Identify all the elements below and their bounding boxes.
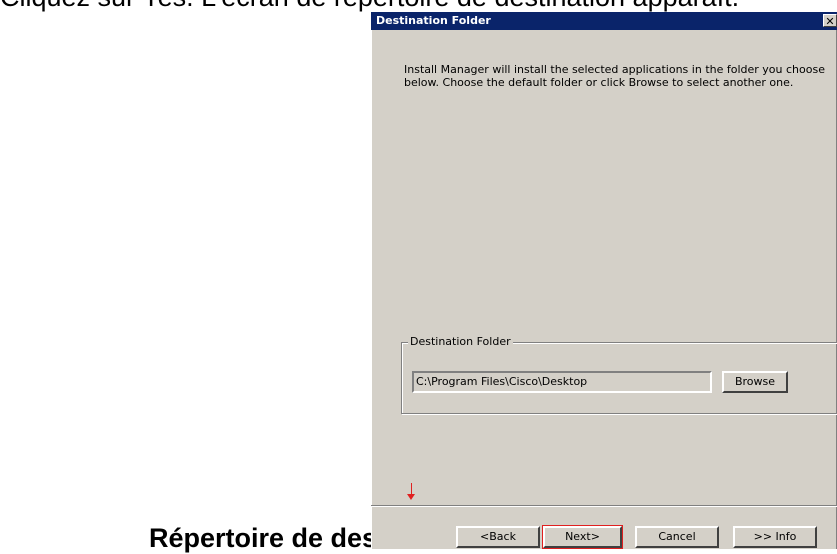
dialog-titlebar: Destination Folder ✕ <box>371 12 837 30</box>
info-button[interactable]: >> Info <box>733 526 817 548</box>
browse-button[interactable]: Browse <box>722 371 788 393</box>
dialog-description: Install Manager will install the selecte… <box>404 63 825 89</box>
groupbox-label: Destination Folder <box>408 335 513 348</box>
next-button[interactable]: Next> <box>542 525 623 549</box>
cancel-button[interactable]: Cancel <box>635 526 719 548</box>
footer-separator <box>371 505 837 507</box>
dialog-title: Destination Folder <box>376 14 491 27</box>
destination-folder-dialog: Destination Folder ✕ Install Manager wil… <box>371 12 837 549</box>
arrow-down-icon <box>407 494 415 500</box>
back-button[interactable]: <Back <box>456 526 540 548</box>
destination-path-field[interactable]: C:\Program Files\Cisco\Desktop <box>412 371 712 393</box>
close-icon[interactable]: ✕ <box>823 14 837 28</box>
